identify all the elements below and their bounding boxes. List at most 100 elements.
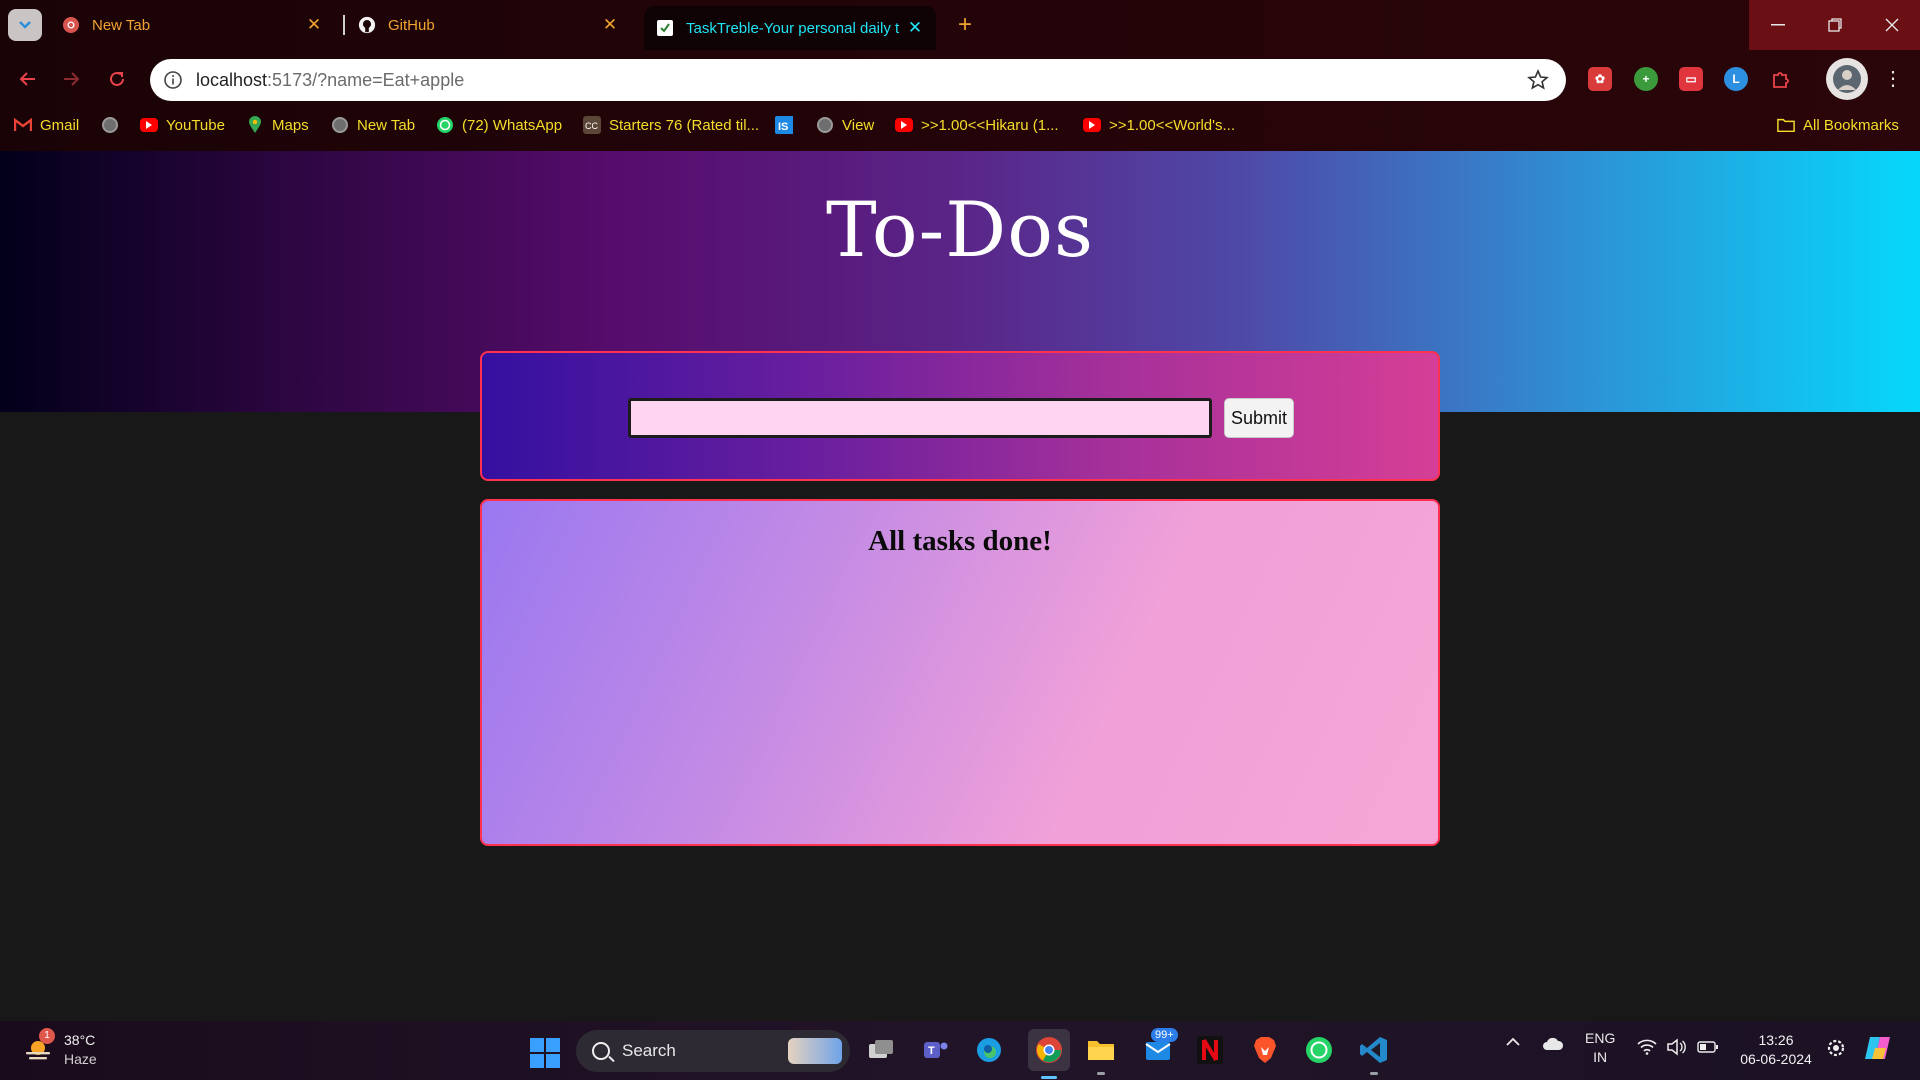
youtube-icon (140, 116, 158, 134)
edge-icon[interactable] (972, 1033, 1006, 1067)
close-window-button[interactable] (1863, 0, 1920, 50)
forward-button[interactable] (57, 64, 87, 94)
close-icon (1885, 18, 1898, 32)
page-viewport: To-Dos Submit All tasks done! (0, 151, 1920, 1021)
copilot-icon[interactable] (1864, 1033, 1896, 1066)
bookmark-is[interactable]: IS (775, 112, 801, 138)
globe-icon (331, 116, 349, 134)
close-icon[interactable]: ✕ (601, 15, 619, 34)
minimize-icon (1770, 24, 1785, 26)
windows-start-icon[interactable] (530, 1038, 560, 1068)
tab-title: New Tab (92, 16, 151, 34)
task-view-icon[interactable] (864, 1033, 898, 1067)
onedrive-icon[interactable] (1542, 1037, 1564, 1054)
bookmark-star-icon[interactable] (1526, 68, 1550, 92)
gmail-icon (14, 116, 32, 134)
restore-icon (1827, 18, 1842, 32)
tab-new-tab[interactable]: New Tab ✕ (50, 6, 335, 44)
globe-icon (816, 116, 834, 134)
tab-tasktreble[interactable]: TaskTreble-Your personal daily t ✕ (644, 6, 936, 50)
task-list-card: All tasks done! (480, 499, 1440, 846)
svg-text:CC: CC (585, 121, 598, 131)
address-bar[interactable]: localhost:5173/?name=Eat+apple (150, 59, 1566, 101)
youtube-icon (1083, 116, 1101, 134)
bookmark-hikaru[interactable]: >>1.00<<Hikaru (1... (895, 112, 1059, 138)
show-hidden-icons[interactable] (1505, 1035, 1521, 1051)
mail-badge: 99+ (1151, 1028, 1178, 1042)
extensions-puzzle-icon[interactable] (1769, 67, 1793, 91)
chrome-taskbar-icon[interactable] (1028, 1029, 1070, 1079)
volume-icon[interactable] (1666, 1038, 1686, 1059)
close-icon[interactable]: ✕ (305, 15, 323, 34)
whatsapp-taskbar-icon[interactable] (1302, 1033, 1336, 1067)
weather-condition: Haze (64, 1051, 97, 1067)
temperature: 38°C (64, 1032, 96, 1048)
new-tab-button[interactable]: + (950, 10, 980, 40)
notification-settings-icon[interactable] (1826, 1037, 1846, 1062)
submit-button[interactable]: Submit (1224, 398, 1294, 438)
tab-title: GitHub (388, 16, 435, 34)
brave-icon[interactable] (1248, 1033, 1282, 1067)
vscode-icon[interactable] (1357, 1033, 1391, 1075)
bookmark-whatsapp[interactable]: (72) WhatsApp (436, 112, 562, 138)
bookmark-view[interactable]: View (816, 112, 874, 138)
restore-button[interactable] (1806, 0, 1863, 50)
browser-menu-icon[interactable]: ⋮ (1883, 66, 1903, 92)
tab-divider (343, 15, 345, 35)
empty-state-message: All tasks done! (868, 525, 1052, 557)
tab-github[interactable]: GitHub ✕ (346, 6, 631, 44)
github-icon (358, 16, 376, 34)
reload-button[interactable] (102, 64, 132, 94)
avatar-icon (1833, 65, 1861, 93)
arrow-right-icon (64, 72, 80, 86)
extension-icon[interactable]: ✿ (1588, 67, 1612, 91)
search-icon (592, 1042, 610, 1060)
reload-icon (110, 71, 124, 86)
chevron-down-icon (19, 21, 31, 29)
taskbar-clock[interactable]: 13:26 06-06-2024 (1736, 1031, 1816, 1069)
maps-icon (246, 116, 264, 134)
wifi-icon[interactable] (1637, 1039, 1657, 1058)
search-highlight-art (788, 1038, 842, 1064)
windows-taskbar: 1 38°C Haze Search T 99+ ENG IN 13:26 06… (0, 1021, 1920, 1080)
taskbar-search[interactable]: Search (576, 1030, 850, 1072)
tab-title: TaskTreble-Your personal daily t (686, 19, 900, 37)
netflix-icon[interactable] (1193, 1033, 1227, 1067)
all-bookmarks[interactable]: All Bookmarks (1777, 112, 1899, 138)
task-input[interactable] (628, 398, 1212, 438)
bookmark-worlds[interactable]: >>1.00<<World's... (1083, 112, 1235, 138)
bookmark-new-tab[interactable]: New Tab (331, 112, 415, 138)
page-title: To-Dos (826, 185, 1094, 274)
close-icon[interactable]: ✕ (906, 18, 924, 37)
tab-strip: New Tab ✕ GitHub ✕ TaskTreble-Your perso… (0, 0, 1920, 50)
whatsapp-icon (436, 116, 454, 134)
bookmark-gmail[interactable]: Gmail (14, 112, 79, 138)
url-text[interactable]: localhost:5173/?name=Eat+apple (196, 70, 464, 91)
folder-icon (1777, 116, 1795, 134)
checklist-icon (656, 19, 674, 37)
tab-search-button[interactable] (8, 9, 42, 41)
extension-icon[interactable]: L (1724, 67, 1748, 91)
browser-chrome: New Tab ✕ GitHub ✕ TaskTreble-Your perso… (0, 0, 1920, 151)
battery-icon[interactable] (1697, 1040, 1719, 1056)
weather-badge: 1 (39, 1028, 55, 1044)
is-icon: IS (775, 116, 793, 134)
minimize-button[interactable] (1749, 0, 1806, 50)
bookmark-globe[interactable] (101, 112, 127, 138)
extension-icon[interactable]: + (1634, 67, 1658, 91)
teams-icon[interactable]: T (918, 1033, 952, 1067)
globe-icon (101, 116, 119, 134)
bookmark-codechef[interactable]: CC Starters 76 (Rated til... (583, 112, 759, 138)
extension-icon[interactable]: ▭ (1679, 67, 1703, 91)
bookmark-maps[interactable]: Maps (246, 112, 309, 138)
chrome-icon (62, 16, 80, 34)
bookmark-youtube[interactable]: YouTube (140, 112, 225, 138)
codechef-icon: CC (583, 116, 601, 134)
profile-avatar[interactable] (1826, 58, 1868, 100)
back-button[interactable] (12, 64, 42, 94)
arrow-left-icon (19, 72, 35, 86)
chevron-up-icon (1506, 1037, 1520, 1046)
site-info-icon[interactable] (162, 69, 184, 91)
language-indicator[interactable]: ENG IN (1585, 1029, 1615, 1067)
file-explorer-icon[interactable] (1084, 1033, 1118, 1075)
